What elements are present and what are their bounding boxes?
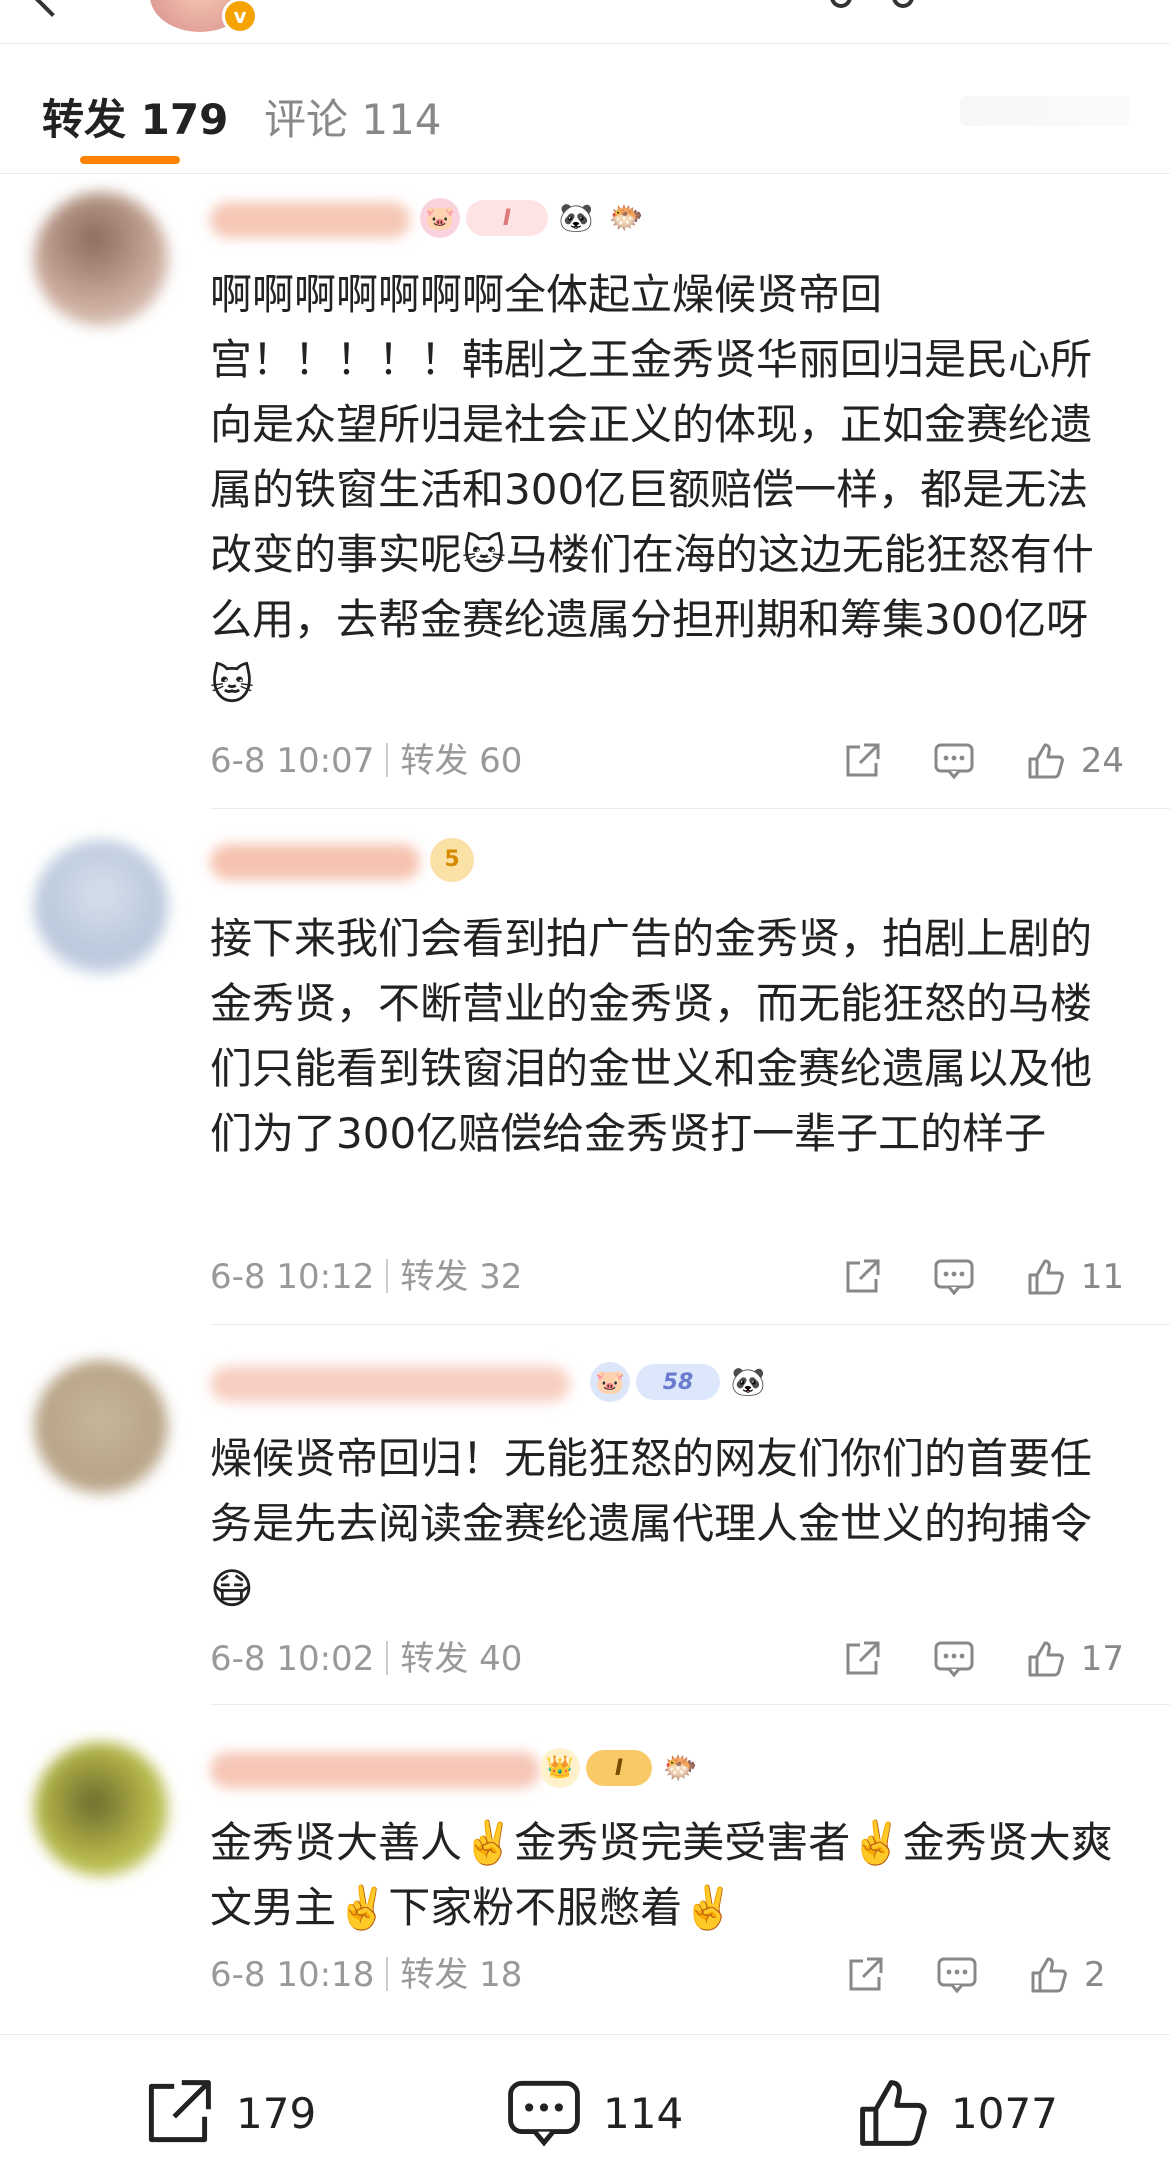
list-item: 5 接下来我们会看到拍广告的金秀贤，拍剧上剧的金秀贤，不断营业的金秀贤，而无能狂… <box>0 810 1170 1326</box>
level-badge: 58 <box>636 1364 720 1400</box>
user-badges: 🐷 I 🐼 🐡 <box>420 196 648 240</box>
user-badges: 👑 I 🐡 <box>540 1746 702 1790</box>
comment-actions: 11 <box>791 1254 1124 1300</box>
tab-comments[interactable]: 评论 114 <box>264 86 442 146</box>
comment-actions: 24 <box>791 738 1124 784</box>
tab-bar: 转发 179 评论 114 <box>0 44 1170 174</box>
divider <box>386 1258 389 1293</box>
like-count: 2 <box>1084 1955 1106 1995</box>
user-badges: 5 <box>430 838 474 882</box>
repost-button[interactable]: 179 <box>140 2073 316 2153</box>
level-badge: I <box>586 1750 652 1786</box>
repost-total: 179 <box>236 2088 317 2138</box>
comment-text: 金秀贤大善人✌️金秀贤完美受害者✌️金秀贤大爽文男主✌️下家粉不服憋着✌️ <box>210 1818 1113 1932</box>
pig-badge-icon: 🐷 <box>590 1362 630 1402</box>
list-item: 👑 I 🐡 金秀贤大善人✌️金秀贤完美受害者✌️金秀贤大爽文男主✌️下家粉不服憋… <box>0 1706 1170 2034</box>
share-icon[interactable] <box>841 1638 883 1680</box>
divider <box>386 1956 389 1991</box>
fish-badge-icon: 🐡 <box>662 1751 698 1784</box>
like-icon <box>860 2080 927 2146</box>
comment-actions: 17 <box>791 1636 1124 1682</box>
sort-toggle[interactable] <box>960 96 1130 126</box>
comment-meta: 6-8 10:02 转发 40 <box>210 1636 522 1682</box>
comment-icon[interactable] <box>933 1638 975 1680</box>
list-item: 🐷 I 🐼 🐡 啊啊啊啊啊啊啊全体起立燥候贤帝回宫！！！！！韩剧之王金秀贤华丽回… <box>0 178 1170 810</box>
share-icon[interactable] <box>841 740 883 782</box>
username[interactable] <box>210 844 420 880</box>
comment-text: 接下来我们会看到拍广告的金秀贤，拍剧上剧的金秀贤，不断营业的金秀贤，而无能狂怒的… <box>210 914 1093 1158</box>
repost-count: 转发 40 <box>400 1639 523 1679</box>
top-header: v <box>0 0 1170 44</box>
comment-time: 6-8 10:02 <box>210 1639 375 1679</box>
like-count: 11 <box>1080 1257 1124 1297</box>
comment-time: 6-8 10:07 <box>210 741 375 781</box>
comment-actions: 2 <box>794 1952 1124 1998</box>
comment-text: 燥候贤帝回归！无能狂怒的网友们你们的首要任务是先去阅读金赛纶遗属代理人金世义的拘… <box>210 1434 1106 1613</box>
divider <box>386 1640 389 1675</box>
like-count: 24 <box>1080 741 1124 781</box>
like-count: 17 <box>1080 1639 1124 1679</box>
comment-icon <box>508 2080 580 2147</box>
avatar[interactable] <box>34 192 168 326</box>
comment-icon[interactable] <box>933 740 975 782</box>
share-icon[interactable] <box>841 1256 883 1298</box>
divider <box>210 808 1170 809</box>
comment-text: 啊啊啊啊啊啊啊全体起立燥候贤帝回宫！！！！！韩剧之王金秀贤华丽回归是民心所向是众… <box>210 270 1094 709</box>
avatar[interactable] <box>34 1360 168 1494</box>
verified-badge-icon: v <box>222 0 258 34</box>
pig-badge-icon: 🐷 <box>420 198 460 238</box>
tab-repost[interactable]: 转发 179 <box>42 86 228 146</box>
header-actions <box>830 0 1020 8</box>
repost-count: 转发 18 <box>400 1955 523 1995</box>
divider <box>386 742 389 777</box>
like-total: 1077 <box>951 2088 1058 2138</box>
user-badges: 🐷 58 🐼 <box>590 1360 770 1404</box>
divider <box>210 1324 1170 1325</box>
list-item: 🐷 58 🐼 燥候贤帝回归！无能狂怒的网友们你们的首要任务是先去阅读金赛纶遗属代… <box>0 1326 1170 1706</box>
like-icon[interactable] <box>1028 1954 1070 1996</box>
avatar[interactable] <box>34 840 168 974</box>
crown-badge-icon: 👑 <box>540 1748 580 1788</box>
divider <box>210 1704 1170 1705</box>
active-tab-indicator <box>80 156 180 164</box>
search-icon[interactable] <box>892 0 914 8</box>
bottom-action-bar: 179 114 1077 <box>0 2034 1170 2169</box>
header-action-icon[interactable] <box>830 0 852 8</box>
comment-meta: 6-8 10:18 转发 18 <box>210 1952 522 1998</box>
comment-time: 6-8 10:12 <box>210 1257 375 1297</box>
like-icon[interactable] <box>1025 740 1067 782</box>
avatar[interactable] <box>34 1742 168 1876</box>
share-icon[interactable] <box>844 1954 886 1996</box>
comment-icon[interactable] <box>933 1256 975 1298</box>
like-icon[interactable] <box>1025 1256 1067 1298</box>
share-icon <box>148 2080 211 2143</box>
crown-badge-icon: 5 <box>430 838 474 882</box>
fish-badge-icon: 🐡 <box>608 201 644 234</box>
repost-count: 转发 60 <box>400 741 523 781</box>
like-button[interactable]: 1077 <box>855 2073 1058 2153</box>
username[interactable] <box>210 1366 570 1402</box>
comment-time: 6-8 10:18 <box>210 1955 375 1995</box>
repost-count: 转发 32 <box>400 1257 523 1297</box>
username[interactable] <box>210 202 410 238</box>
comment-button[interactable]: 114 <box>505 2073 683 2153</box>
comment-icon[interactable] <box>936 1954 978 1996</box>
like-icon[interactable] <box>1025 1638 1067 1680</box>
panda-badge-icon: 🐼 <box>558 201 594 234</box>
comment-meta: 6-8 10:12 转发 32 <box>210 1254 522 1300</box>
back-icon[interactable] <box>35 0 69 17</box>
comment-meta: 6-8 10:07 转发 60 <box>210 738 522 784</box>
level-badge: I <box>466 200 548 236</box>
comment-total: 114 <box>603 2088 684 2138</box>
panda-badge-icon: 🐼 <box>730 1365 766 1398</box>
username[interactable] <box>210 1752 540 1788</box>
